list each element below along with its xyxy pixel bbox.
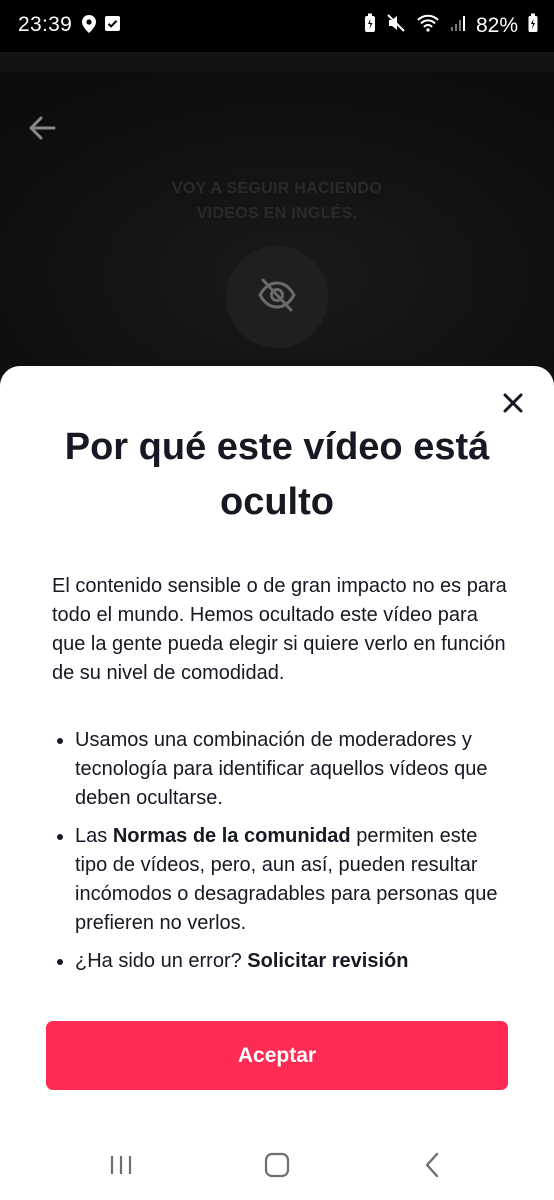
home-icon bbox=[264, 1152, 290, 1183]
sheet-intro: El contenido sensible o de gran impacto … bbox=[52, 575, 507, 684]
list-item: Las Normas de la comunidad permiten este… bbox=[52, 822, 512, 938]
bullet-text: Usamos una combinación de moderadores y … bbox=[75, 729, 488, 809]
task-check-icon bbox=[105, 16, 120, 31]
mute-icon bbox=[386, 13, 406, 38]
status-bar: 23:39 82% bbox=[0, 0, 554, 52]
bullet-dot bbox=[57, 738, 63, 744]
request-review-link[interactable]: Solicitar revisión bbox=[247, 950, 408, 972]
bullet-text-prefix: ¿Ha sido un error? bbox=[75, 950, 248, 972]
battery-saver-icon bbox=[364, 13, 376, 38]
bullet-dot bbox=[57, 834, 63, 840]
close-button[interactable] bbox=[496, 388, 530, 422]
wifi-icon bbox=[416, 13, 440, 38]
arrow-left-icon[interactable] bbox=[26, 112, 58, 149]
bullet-text-prefix: Las bbox=[75, 825, 113, 847]
system-nav-bar bbox=[0, 1138, 554, 1200]
list-item: Usamos una combinación de moderadores y … bbox=[52, 726, 512, 813]
back-chevron-icon bbox=[423, 1152, 441, 1183]
location-icon bbox=[82, 15, 96, 38]
accept-button[interactable]: Aceptar bbox=[46, 1021, 508, 1090]
status-time: 23:39 bbox=[18, 13, 73, 36]
community-guidelines-link[interactable]: Normas de la comunidad bbox=[113, 825, 351, 847]
reason-list: Usamos una combinación de moderadores y … bbox=[52, 726, 512, 985]
hidden-video-badge bbox=[226, 246, 328, 348]
hidden-video-preview: VOY A SEGUIR HACIENDO VIDEOS EN INGLÉS. bbox=[0, 52, 554, 392]
bullet-dot bbox=[57, 959, 63, 965]
recents-button[interactable] bbox=[91, 1150, 151, 1184]
sheet-title: Por qué este vídeo está oculto bbox=[64, 426, 490, 523]
home-button[interactable] bbox=[247, 1150, 307, 1184]
back-button[interactable] bbox=[402, 1150, 462, 1184]
video-caption: VOY A SEGUIR HACIENDO VIDEOS EN INGLÉS. bbox=[171, 180, 383, 222]
eye-off-icon bbox=[257, 278, 297, 317]
battery-icon bbox=[528, 13, 538, 38]
recent-apps-icon bbox=[108, 1154, 134, 1181]
list-item: ¿Ha sido un error? Solicitar revisión bbox=[52, 947, 512, 976]
info-sheet: Por qué este vídeo está oculto El conten… bbox=[0, 366, 554, 1200]
signal-icon bbox=[450, 14, 466, 37]
status-icons: 82% bbox=[364, 13, 538, 38]
battery-percent: 82% bbox=[475, 13, 518, 37]
close-icon bbox=[502, 392, 524, 419]
